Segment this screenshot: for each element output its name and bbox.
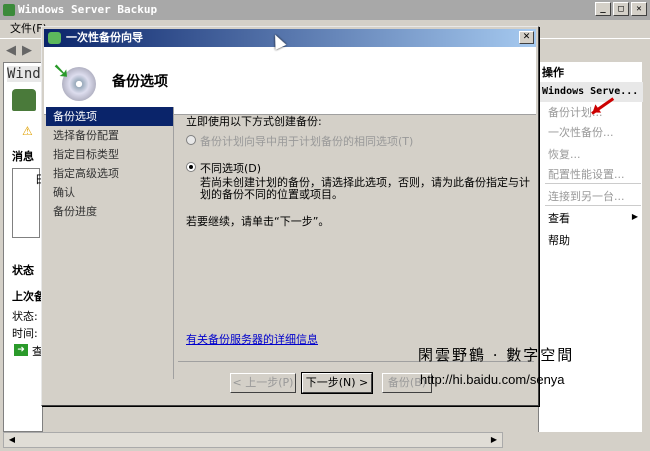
backup-app-icon: [3, 4, 15, 16]
action-recover[interactable]: 恢复...: [548, 146, 581, 162]
option-different-label[interactable]: 不同选项(D): [200, 160, 261, 176]
backup-info-link[interactable]: 有关备份服务器的详细信息: [186, 331, 318, 347]
step-backup-options: 备份选项: [46, 107, 173, 126]
action-connect-another[interactable]: 连接到另一台...: [548, 188, 625, 204]
state-label: 状态:: [12, 310, 38, 323]
action-help[interactable]: 帮助: [548, 232, 570, 248]
close-window-button[interactable]: ✕: [631, 2, 647, 16]
submenu-arrow-icon: ▶: [631, 212, 638, 221]
action-separator: [545, 205, 641, 206]
step-select-config: 选择备份配置: [53, 129, 119, 142]
watermark-text: 閑雲野鶴 · 數字空間: [418, 346, 575, 364]
scroll-left-icon[interactable]: ◀: [5, 434, 19, 446]
time-label: 时间:: [12, 327, 38, 340]
dialog-title-bar: 一次性备份向导 ✕: [44, 29, 536, 47]
warning-icon: ⚠: [22, 124, 33, 138]
step-confirm: 确认: [53, 186, 75, 199]
horizontal-scrollbar[interactable]: ◀ ▶: [3, 432, 503, 448]
action-view[interactable]: 查看: [548, 210, 570, 226]
option-same-radio[interactable]: [186, 135, 196, 145]
main-window-title: Windows Server Backup: [18, 3, 158, 16]
status-label: 状态: [12, 264, 34, 277]
header-title: 备份选项: [112, 74, 168, 90]
forward-arrow-icon[interactable]: ▶: [22, 43, 32, 58]
wizard-steps: 备份选项 选择备份配置 指定目标类型 指定高级选项 确认 备份进度: [46, 107, 174, 379]
watermark-url: http://hi.baidu.com/senya: [420, 372, 565, 387]
action-backup-once[interactable]: 一次性备份...: [548, 124, 614, 140]
continue-instructions: 若要继续，请单击“下一步”。: [186, 215, 330, 228]
action-configure-performance[interactable]: 配置性能设置...: [548, 166, 625, 182]
messages-list[interactable]: 日: [12, 168, 46, 238]
scroll-right-icon[interactable]: ▶: [487, 434, 501, 446]
next-button[interactable]: 下一步(N) >: [301, 372, 373, 394]
dialog-header: ➘ 备份选项: [44, 47, 536, 115]
option-same-label[interactable]: 备份计划向导中用于计划备份的相同选项(T): [200, 133, 413, 149]
step-advanced-options: 指定高级选项: [53, 167, 119, 180]
dialog-title: 一次性备份向导: [66, 31, 143, 44]
step-progress: 备份进度: [53, 205, 97, 218]
messages-label: 消息: [12, 150, 34, 163]
windows-label: Wind: [7, 66, 43, 82]
dialog-close-button[interactable]: ✕: [519, 31, 534, 44]
back-button[interactable]: < 上一步(P): [230, 373, 296, 393]
wizard-icon: [48, 32, 61, 44]
wizard-content: 立即使用以下方式创建备份: 备份计划向导中用于计划备份的相同选项(T) 不同选项…: [182, 113, 532, 361]
view-details-icon[interactable]: ➜: [14, 344, 28, 356]
server-backup-icon: [12, 89, 36, 111]
option-description: 若尚未创建计划的备份，请选择此选项，否则，请为此备份指定与计划的备份不同的位置或…: [200, 176, 530, 201]
backup-disk-icon: ➘: [52, 61, 96, 101]
option-different-radio[interactable]: [186, 162, 196, 172]
back-arrow-icon[interactable]: ◀: [6, 43, 16, 58]
action-separator: [545, 183, 641, 184]
mmc-main-pane: Wind: [3, 62, 43, 432]
action-pane-header: 操作: [542, 66, 564, 79]
minimize-button[interactable]: _: [595, 2, 611, 16]
main-window-title-bar: Windows Server Backup _ □ ✕: [0, 0, 650, 20]
step-target-type: 指定目标类型: [53, 148, 119, 161]
prompt-text: 立即使用以下方式创建备份:: [186, 115, 322, 128]
action-pane-server[interactable]: Windows Serve...: [539, 82, 643, 102]
maximize-button[interactable]: □: [613, 2, 629, 16]
